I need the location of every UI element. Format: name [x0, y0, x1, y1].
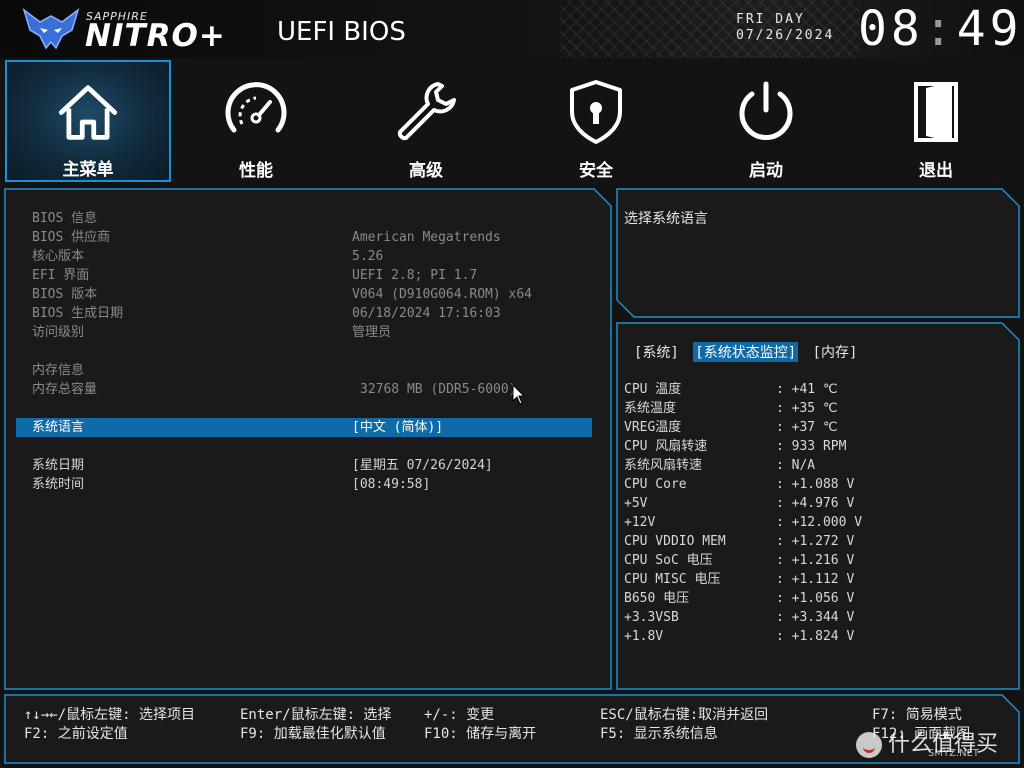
header-date: 07/26/2024: [736, 28, 835, 43]
watermark-subtext: SMYZ.NET: [928, 748, 980, 759]
monitor-reading-value: : +1.112 V: [776, 572, 855, 587]
hint-esc-back: ESC/鼠标右键:取消并返回: [600, 707, 769, 723]
tab-memory[interactable]: [内存]: [811, 342, 860, 362]
header-clock: 08:49: [858, 2, 1023, 56]
speedometer-icon: [225, 82, 287, 133]
tab-advanced[interactable]: 高级: [343, 60, 509, 182]
system-language-row[interactable]: 系统语言 [中文 (简体)]: [16, 418, 592, 437]
header-day: FRI DAY: [736, 12, 805, 27]
clock-minutes: 49: [956, 1, 1023, 57]
monitor-reading-value: : +1.056 V: [776, 591, 855, 606]
watermark-logo-icon: [856, 732, 882, 758]
main-nav: 主菜单 性能 高级 安全 启动 退出: [0, 58, 1024, 186]
header-bar: SAPPHIRE NITRO+ UEFI BIOS FRI DAY 07/26/…: [0, 0, 1024, 58]
monitor-reading-label: CPU 温度: [624, 382, 682, 397]
monitor-reading-label: CPU 风扇转速: [624, 439, 708, 454]
wrench-icon: [397, 82, 456, 141]
mouse-cursor-icon: [512, 384, 526, 405]
page-title: UEFI BIOS: [277, 17, 406, 47]
hint-f10-save-exit: F10: 储存与离开: [424, 726, 537, 742]
monitor-reading-label: CPU SoC 电压: [624, 553, 713, 568]
tab-system[interactable]: [系统]: [632, 342, 681, 362]
monitor-reading-value: : +1.088 V: [776, 477, 855, 492]
tab-system-status-monitor[interactable]: [系统状态监控]: [693, 342, 799, 362]
monitor-reading-label: +5V: [624, 496, 648, 511]
hint-f7-easy-mode: F7: 简易模式: [872, 707, 962, 723]
tab-boot[interactable]: 启动: [683, 60, 849, 182]
monitor-tabs: [系统] [系统状态监控] [内存]: [632, 342, 863, 362]
tab-main-menu[interactable]: 主菜单: [5, 60, 171, 182]
hint-select-item: ↑↓→←/鼠标左键: 选择项目: [24, 707, 196, 723]
wolf-logo-icon: [22, 8, 80, 50]
tab-exit-label: 退出: [919, 161, 953, 181]
monitor-reading-value: : +35 ℃: [776, 401, 838, 416]
monitor-reading-value: : +1.272 V: [776, 534, 855, 549]
monitor-reading-label: VREG温度: [624, 420, 682, 435]
monitor-reading-value: : +3.344 V: [776, 610, 855, 625]
hint-f9-defaults: F9: 加载最佳化默认值: [240, 726, 386, 742]
tab-exit[interactable]: 退出: [853, 60, 1019, 182]
exit-door-icon: [914, 82, 958, 142]
tab-boot-label: 启动: [749, 161, 783, 181]
main-info-panel: BIOS 信息 BIOS 供应商 American Megatrends 核心版本…: [4, 188, 612, 690]
clock-hours: 08: [858, 1, 924, 57]
brand-nitro: NITRO+: [85, 18, 226, 54]
monitor-reading-value: : +4.976 V: [776, 496, 855, 511]
tab-security-label: 安全: [579, 161, 613, 181]
help-text: 选择系统语言: [624, 211, 708, 227]
hint-enter-select: Enter/鼠标左键: 选择: [240, 707, 392, 723]
monitor-reading-value: : +1.216 V: [776, 553, 855, 568]
power-icon: [739, 81, 793, 140]
hint-f5-system-info: F5: 显示系统信息: [600, 726, 718, 742]
tab-security[interactable]: 安全: [513, 60, 679, 182]
monitor-reading-label: B650 电压: [624, 591, 690, 606]
monitor-reading-label: 系统风扇转速: [624, 458, 703, 473]
monitor-reading-label: +12V: [624, 515, 656, 530]
tab-performance[interactable]: 性能: [173, 60, 339, 182]
monitor-reading-label: 系统温度: [624, 401, 677, 416]
tab-advanced-label: 高级: [409, 161, 443, 181]
monitor-reading-value: : +37 ℃: [776, 420, 838, 435]
tab-main-menu-label: 主菜单: [62, 160, 114, 180]
monitor-reading-value: : +12.000 V: [776, 515, 863, 530]
main-panel-frame: [4, 188, 612, 690]
monitor-reading-label: +3.3VSB: [624, 610, 679, 625]
monitor-reading-label: +1.8V: [624, 629, 664, 644]
help-panel: 选择系统语言: [616, 188, 1020, 318]
home-icon: [58, 85, 118, 140]
monitor-reading-value: : N/A: [776, 458, 816, 473]
hint-f2-previous: F2: 之前设定值: [24, 726, 128, 742]
hint-change-value: +/-: 变更: [424, 707, 495, 723]
monitor-reading-label: CPU VDDIO MEM: [624, 534, 726, 549]
monitor-reading-label: CPU Core: [624, 477, 687, 492]
monitor-reading-label: CPU MISC 电压: [624, 572, 721, 587]
shield-lock-icon: [570, 80, 622, 144]
clock-separator: :: [923, 1, 957, 57]
hardware-monitor-panel: [系统] [系统状态监控] [内存] CPU 温度 : +41 ℃ 系统温度 : +3…: [616, 322, 1020, 690]
monitor-reading-value: : +1.824 V: [776, 629, 855, 644]
monitor-reading-value: : 933 RPM: [776, 439, 847, 454]
monitor-reading-value: : +41 ℃: [776, 382, 838, 397]
tab-performance-label: 性能: [239, 161, 273, 181]
